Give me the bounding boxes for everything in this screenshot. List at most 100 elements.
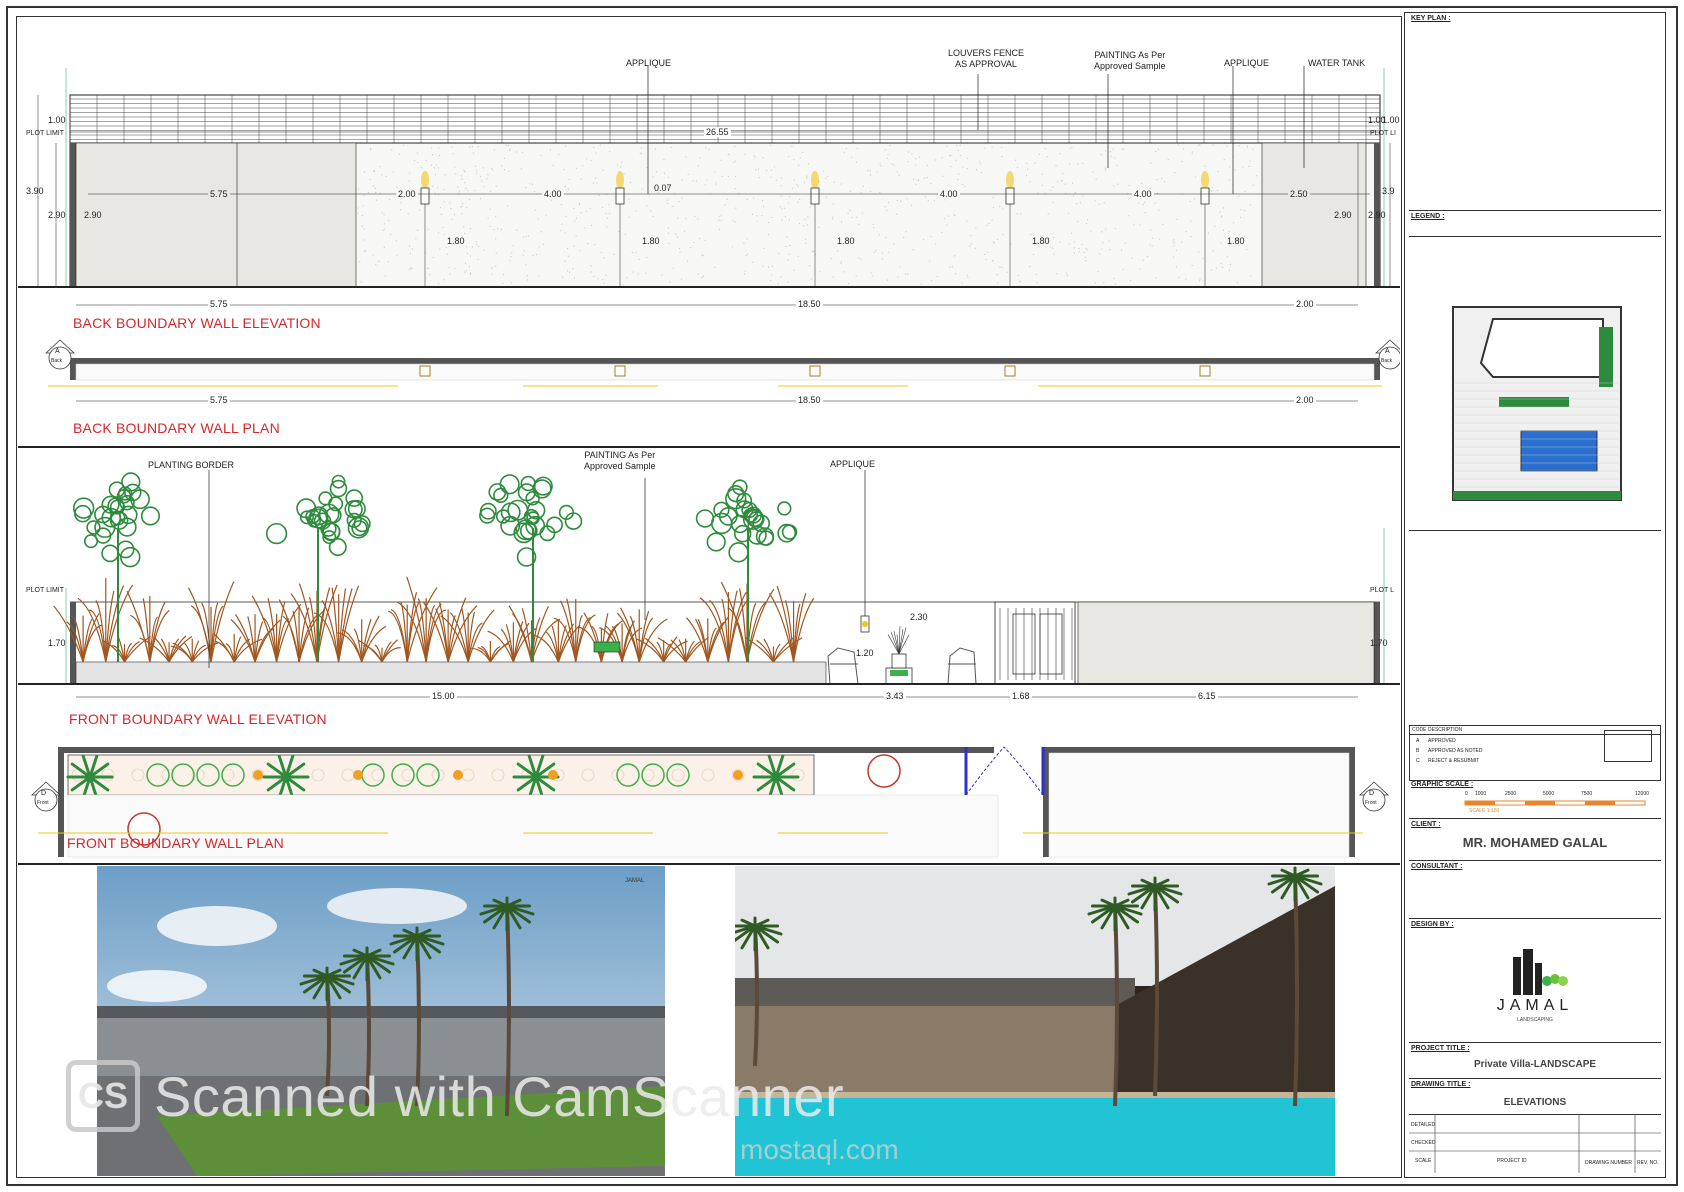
front-plan-title: FRONT BOUNDARY WALL PLAN	[67, 835, 284, 851]
back-elevation-drawing	[37, 66, 1391, 286]
wall-lamp-5	[1200, 187, 1210, 205]
jamal-logo-text: JAMAL	[1496, 997, 1574, 1014]
graphic-scale-cell: GRAPHIC SCALE : 0 1000 2500 5000 7500 12…	[1409, 779, 1661, 819]
scale-tick-2: 2500	[1505, 791, 1517, 797]
blank-cell	[1409, 531, 1661, 735]
plan-bottom-dim-1: 5.75	[208, 395, 230, 405]
mostaql-watermark: mostaql.com	[740, 1134, 899, 1165]
front-plot-limit-right: PLOT L	[1370, 587, 1394, 594]
front-plan-band: 15.00 3.43 1.68 6.15 FRONT BOUNDARY WALL…	[18, 685, 1400, 865]
rev-desc-b: APPROVED AS NOTED	[1428, 748, 1483, 754]
drawing-title-label: DRAWING TITLE :	[1411, 1081, 1471, 1088]
rev-head-code: CODE	[1412, 727, 1427, 733]
revision-table: CODE DESCRIPTION A APPROVED B APPROVED A…	[1409, 725, 1661, 781]
scale-tick-1: 1000	[1475, 791, 1487, 797]
wall-lamp-4	[1005, 187, 1015, 205]
plan-lamp-1	[419, 365, 431, 377]
shrub-20	[470, 640, 511, 663]
front-plot-limit-left: PLOT LIMIT	[26, 587, 64, 594]
scale-tick-4: 7500	[1581, 791, 1593, 797]
scale-tick-0: 0	[1465, 791, 1468, 797]
design-by-cell: DESIGN BY : JAMAL LANDSCAPING	[1409, 919, 1661, 1043]
plot-limit-right: PLOT LI	[1370, 130, 1396, 137]
front-dim-3: 1.68	[1010, 691, 1032, 701]
lamp-height-2: 1.80	[642, 236, 660, 246]
client-cell: CLIENT : MR. MOHAMED GALAL	[1409, 819, 1661, 861]
project-title-cell: PROJECT TITLE : Private Villa-LANDSCAPE	[1409, 1043, 1661, 1079]
plan-lamp-2	[614, 365, 626, 377]
wall-lamp-1	[420, 187, 430, 205]
front-dim-4: 6.15	[1196, 691, 1218, 701]
plan-flower-4	[548, 770, 558, 780]
section-marker-right-label: Back	[1381, 358, 1393, 364]
camscanner-watermark: CS Scanned with CamScanner	[66, 1058, 946, 1134]
drawing-title-cell: DRAWING TITLE : ELEVATIONS	[1409, 1079, 1661, 1115]
plan-bottom-dim-3: 2.00	[1294, 395, 1316, 405]
legend-cell: LEGEND :	[1409, 211, 1661, 237]
shrub-10	[251, 595, 302, 663]
dim-seg-4: 0.07	[654, 183, 672, 193]
key-plan-label: KEY PLAN :	[1411, 15, 1451, 22]
camscanner-logo-icon: CS	[66, 1060, 140, 1132]
dim-top-right-outer: 1.00	[1382, 115, 1400, 125]
dim-seg-7: 2.50	[1288, 189, 1310, 199]
dim-total-height-left: 3.90	[26, 186, 44, 196]
planter-pot	[891, 653, 907, 669]
dim-seg-3: 4.00	[542, 189, 564, 199]
lamp-glow-2	[616, 171, 624, 189]
tree-3	[479, 474, 583, 662]
drawing-title: ELEVATIONS	[1503, 1097, 1567, 1108]
rev-head-desc: DESCRIPTION	[1428, 727, 1463, 733]
camscanner-text: Scanned with CamScanner	[154, 1064, 845, 1128]
lamp-glow-5	[1201, 171, 1209, 189]
plan-flower-3	[453, 770, 463, 780]
jamal-logo-graphic	[1513, 949, 1568, 995]
applique-note-2: APPLIQUE	[1224, 58, 1270, 68]
footer-rev-no: REV. NO.	[1637, 1160, 1659, 1166]
project-title-label: PROJECT TITLE :	[1411, 1045, 1470, 1052]
dim-seg-6: 4.00	[1132, 189, 1154, 199]
dim-top-left: 1.00	[48, 115, 66, 125]
dim-seg-1: 5.75	[208, 189, 230, 199]
water-tank-note: WATER TANK	[1308, 58, 1366, 68]
front-elevation-band: PLANTING BORDER PAINTING As Per Approved…	[18, 448, 1400, 685]
photo-badge: JAMAL	[625, 878, 645, 884]
scale-note: SCALE 1:150	[1469, 808, 1500, 814]
jamal-logo-sub: LANDSCAPING	[1517, 1017, 1553, 1023]
front-height-right: 1.70	[1370, 638, 1388, 648]
front-lamp-height: 1.20	[856, 648, 874, 658]
dim-wall-height-left-inner: 2.90	[84, 210, 102, 220]
dim-wall-height-left-outer: 2.90	[48, 210, 66, 220]
plan-lamp-3	[809, 365, 821, 377]
front-elevation-title: FRONT BOUNDARY WALL ELEVATION	[69, 711, 327, 727]
front-seat-width: 2.30	[910, 612, 928, 622]
dim-wall-height-right-outer: 2.90	[1368, 210, 1386, 220]
back-elevation-band: APPLIQUE LOUVERS FENCE AS APPROVAL PAINT…	[18, 18, 1400, 288]
dim-seg-5: 4.00	[938, 189, 960, 199]
footer-checked: CHECKED	[1411, 1140, 1436, 1146]
dim-wall-height-right-inner: 2.90	[1334, 210, 1352, 220]
footer-detailed: DETAILED	[1411, 1122, 1436, 1128]
plan-dim-3: 2.00	[1294, 299, 1316, 309]
consultant-cell: CONSULTANT :	[1409, 861, 1661, 919]
section-marker-left-label: Back	[51, 358, 63, 364]
site-key-plan	[1452, 306, 1622, 501]
louvers-note: LOUVERS FENCE AS APPROVAL	[948, 48, 1025, 69]
back-plan-title: BACK BOUNDARY WALL PLAN	[73, 420, 280, 436]
painting-note: PAINTING As Per Approved Sample	[1094, 50, 1166, 71]
rev-desc-c: REJECT & RESUBMIT	[1428, 758, 1480, 764]
lamp-height-1: 1.80	[447, 236, 465, 246]
front-dim-2: 3.43	[884, 691, 906, 701]
lamp-height-5: 1.80	[1227, 236, 1245, 246]
tree-2	[265, 474, 371, 662]
plan-dim-1: 5.75	[208, 299, 230, 309]
front-height-left: 1.70	[48, 638, 66, 648]
scale-tick-3: 5000	[1543, 791, 1555, 797]
client-label: CLIENT :	[1411, 821, 1441, 828]
footer-cell: DETAILED CHECKED SCALE PROJECT ID DRAWIN…	[1409, 1115, 1661, 1173]
plan-flower-5	[733, 770, 743, 780]
lamp-height-4: 1.80	[1032, 236, 1050, 246]
key-plan-map-cell	[1409, 237, 1661, 531]
rev-stamp-box	[1604, 730, 1652, 762]
dim-total-height-right: 3.9	[1382, 186, 1395, 196]
